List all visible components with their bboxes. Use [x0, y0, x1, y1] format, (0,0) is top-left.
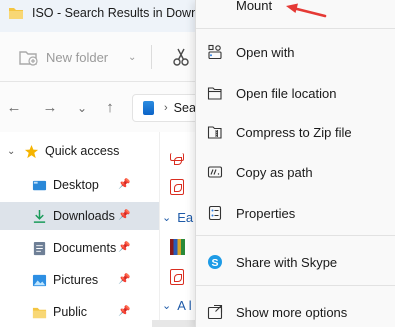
sidebar-item-label: Documents — [53, 241, 117, 255]
chevron-down-icon: ⌄ — [162, 300, 172, 312]
pdf-file-icon — [170, 179, 184, 195]
pin-icon[interactable]: 📌 — [118, 306, 130, 318]
menu-item-label: Show more options — [236, 304, 348, 320]
zip-icon — [207, 126, 222, 139]
recent-locations-icon[interactable]: ⌄ — [74, 100, 90, 116]
chevron-down-icon[interactable]: ⌄ — [7, 146, 15, 157]
download-icon — [33, 209, 46, 223]
sidebar-item-public[interactable]: Public 📌 — [0, 298, 160, 326]
new-folder-icon — [19, 51, 38, 66]
address-text: Sea — [173, 101, 196, 115]
list-item[interactable] — [170, 236, 185, 258]
menu-item-open-with[interactable]: Open with — [196, 37, 395, 67]
menu-item-label: Mount — [236, 0, 273, 13]
pin-icon[interactable]: 📌 — [118, 274, 130, 286]
menu-item-label: Share with Skype — [236, 254, 338, 270]
list-item[interactable] — [170, 176, 184, 198]
pdf-file-icon — [170, 269, 184, 285]
menu-divider — [196, 28, 395, 29]
menu-item-label: Open with — [236, 44, 295, 60]
cut-icon[interactable] — [172, 46, 190, 68]
menu-item-share-skype[interactable]: S Share with Skype — [196, 247, 395, 277]
up-icon[interactable]: ↑ — [102, 100, 118, 116]
properties-icon — [208, 205, 222, 221]
menu-item-copy-as-path[interactable]: Copy as path — [196, 157, 395, 187]
list-item[interactable] — [170, 266, 184, 288]
group-header-label: A l — [177, 298, 192, 313]
menu-item-label: Compress to Zip file — [236, 124, 352, 140]
sidebar-item-label: Downloads — [53, 209, 115, 223]
group-header[interactable]: ⌄ A l — [162, 298, 192, 313]
back-icon[interactable]: ← — [6, 100, 22, 116]
open-with-icon — [208, 44, 222, 60]
context-menu: Mount Open with Open file location Compr… — [195, 0, 395, 327]
svg-text:S: S — [211, 257, 218, 269]
chevron-down-icon[interactable]: ⌄ — [128, 52, 136, 63]
pictures-icon — [32, 274, 47, 286]
more-options-icon — [207, 304, 223, 320]
sidebar-item-pictures[interactable]: Pictures 📌 — [0, 266, 160, 294]
star-icon — [24, 144, 39, 158]
folder-icon — [32, 307, 47, 318]
sidebar-item-downloads[interactable]: Downloads 📌 — [0, 202, 160, 230]
forward-icon[interactable]: → — [42, 100, 58, 116]
chevron-down-icon: ⌄ — [162, 212, 172, 224]
menu-item-label: Open file location — [236, 85, 337, 101]
quick-access-item[interactable]: ⌄ Quick access — [0, 137, 160, 165]
pin-icon[interactable]: 📌 — [118, 242, 130, 254]
selected-row-highlight — [152, 320, 197, 327]
documents-icon — [33, 241, 46, 255]
navigation-pane: ⌄ Quick access Desktop 📌 Downloads 📌 Doc… — [0, 132, 160, 327]
new-folder-label: New folder — [46, 49, 109, 65]
skype-icon: S — [208, 255, 222, 269]
group-header-label: Ea — [177, 210, 194, 225]
pin-icon[interactable]: 📌 — [118, 179, 130, 191]
sidebar-item-documents[interactable]: Documents 📌 — [0, 234, 160, 262]
archive-file-icon — [170, 239, 185, 255]
menu-item-label: Properties — [236, 205, 296, 221]
breadcrumb-chevron-icon: › — [164, 102, 168, 114]
annotation-arrow-icon — [286, 3, 327, 18]
menu-item-properties[interactable]: Properties — [196, 198, 395, 228]
menu-divider — [196, 235, 395, 236]
search-results-icon — [143, 101, 154, 115]
menu-divider — [196, 285, 395, 286]
copy-path-icon — [207, 166, 223, 178]
sidebar-item-label: Public — [53, 305, 88, 319]
folder-icon — [9, 8, 23, 19]
pin-icon[interactable]: 📌 — [118, 210, 130, 222]
sidebar-item-label: Pictures — [53, 273, 99, 287]
pdf-file-icon — [170, 153, 184, 165]
quick-access-label: Quick access — [45, 144, 120, 158]
group-header[interactable]: ⌄ Ea — [162, 210, 193, 225]
toolbar-divider — [151, 45, 152, 69]
folder-open-icon — [207, 87, 222, 100]
sidebar-item-label: Desktop — [53, 178, 99, 192]
menu-item-open-file-location[interactable]: Open file location — [196, 78, 395, 108]
list-item[interactable] — [170, 146, 184, 168]
sidebar-item-desktop[interactable]: Desktop 📌 — [0, 171, 160, 199]
desktop-icon — [32, 180, 47, 190]
menu-item-compress-zip[interactable]: Compress to Zip file — [196, 117, 395, 147]
menu-item-show-more-options[interactable]: Show more options — [196, 297, 395, 327]
new-folder-button[interactable]: New folder — [18, 46, 108, 68]
menu-item-label: Copy as path — [236, 164, 313, 180]
